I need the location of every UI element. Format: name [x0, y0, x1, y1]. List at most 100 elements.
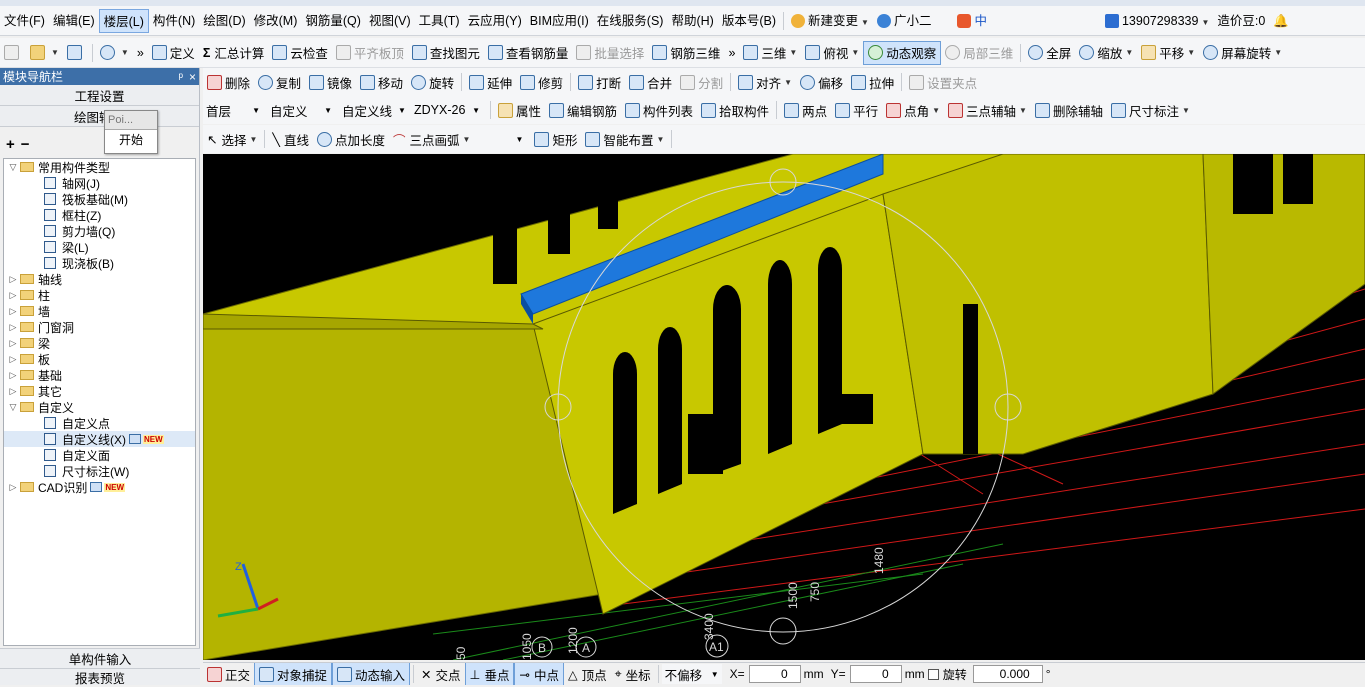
menu-tools[interactable]: 工具(T)	[415, 9, 464, 33]
menu-rebar-qty[interactable]: 钢筋量(Q)	[301, 9, 365, 33]
tree-item[interactable]: 尺寸标注(W)	[4, 463, 195, 479]
copy-button[interactable]: 复制	[254, 70, 305, 94]
component-code-select[interactable]: ZDYX-26 ▼	[411, 100, 483, 120]
rotate-button[interactable]: 旋转	[407, 70, 458, 94]
fullscreen-button[interactable]: 全屏	[1024, 41, 1075, 65]
menu-online[interactable]: 在线服务(S)	[593, 9, 668, 33]
project-settings-button[interactable]: 工程设置	[0, 85, 199, 106]
snap-intersection-toggle[interactable]: ✕ 交点	[417, 663, 465, 685]
3d-viewport[interactable]: 1480 1500 750 3400 1200 1050 50 A1 A B Z	[203, 154, 1365, 660]
menu-bim[interactable]: BIM应用(I)	[526, 9, 593, 33]
expand-arrow-icon[interactable]: ▷	[8, 354, 18, 365]
offset-mode-select[interactable]: 不偏移 ▼	[661, 664, 722, 684]
subtype-select[interactable]: 自定义线 ▼	[339, 100, 407, 120]
3d-view-button[interactable]: 三维 ▼	[739, 41, 801, 65]
expand-arrow-icon[interactable]: ▷	[8, 386, 18, 397]
draw-input-button[interactable]: 绘图输	[0, 106, 199, 127]
set-grip-button[interactable]: 设置夹点	[905, 70, 981, 94]
pick-component-button[interactable]: 拾取构件	[697, 98, 773, 122]
tree-folder[interactable]: ▷ 墙	[4, 303, 195, 319]
rotate-angle-input[interactable]: 0.000	[972, 665, 1043, 683]
account-button[interactable]: 13907298339 ▼	[1101, 9, 1213, 33]
zoom-button[interactable]: 缩放 ▼	[1075, 41, 1137, 65]
pan-button[interactable]: 平移 ▼	[1137, 41, 1199, 65]
three-point-axis-button[interactable]: 三点辅轴 ▼	[944, 98, 1031, 122]
menu-component[interactable]: 构件(N)	[149, 9, 199, 33]
tree-folder[interactable]: ▷ 其它	[4, 383, 195, 399]
collapse-arrow-icon[interactable]: ▽	[8, 402, 18, 413]
assistant-button[interactable]: 广小二	[873, 9, 936, 33]
break-button[interactable]: 打断	[574, 70, 625, 94]
batch-select-button[interactable]: 批量选择	[572, 41, 648, 65]
collapse-all-icon[interactable]: −	[21, 136, 30, 153]
top-view-button[interactable]: 俯视 ▼	[801, 41, 863, 65]
edit-rebar-button[interactable]: 编辑钢筋	[545, 98, 621, 122]
menu-view[interactable]: 视图(V)	[365, 9, 415, 33]
collapse-arrow-icon[interactable]: ▽	[8, 162, 18, 173]
overflow-button-2[interactable]: »	[724, 41, 739, 65]
snap-vertex-toggle[interactable]: △ 顶点	[564, 663, 611, 685]
tree-folder[interactable]: ▽ 常用构件类型	[4, 159, 195, 175]
price-bean[interactable]: 造价豆:0	[1213, 9, 1269, 33]
expand-all-icon[interactable]: +	[6, 136, 15, 153]
extend-button[interactable]: 延伸	[465, 70, 516, 94]
tree-folder[interactable]: ▷ 门窗洞	[4, 319, 195, 335]
point-length-button[interactable]: 点加长度	[313, 127, 389, 151]
screen-rotate-button[interactable]: 屏幕旋转 ▼	[1199, 41, 1286, 65]
menu-floor[interactable]: 楼层(L)	[98, 8, 149, 33]
tree-item[interactable]: 梁(L)	[4, 239, 195, 255]
parallel-axis-button[interactable]: 平行	[831, 98, 882, 122]
pin-icon[interactable]: ᵖ	[178, 70, 183, 84]
tree-folder[interactable]: ▷ 基础	[4, 367, 195, 383]
floor-select[interactable]: 首层 ▼	[203, 100, 263, 120]
tree-folder[interactable]: ▽ 自定义	[4, 399, 195, 415]
ortho-toggle[interactable]: 正交	[203, 663, 254, 685]
find-element-button[interactable]: 查找图元	[408, 41, 484, 65]
component-list-button[interactable]: 构件列表	[621, 98, 697, 122]
menu-version[interactable]: 版本号(B)	[718, 9, 780, 33]
rebar-3d-button[interactable]: 钢筋三维	[648, 41, 724, 65]
stretch-button[interactable]: 拉伸	[847, 70, 898, 94]
undo-button[interactable]: ▼	[96, 41, 133, 65]
define-button[interactable]: 定义	[148, 41, 199, 65]
mirror-button[interactable]: 镜像	[305, 70, 356, 94]
point-angle-axis-button[interactable]: 点角 ▼	[882, 98, 944, 122]
snap-midpoint-toggle[interactable]: ⊸ 中点	[514, 663, 564, 685]
local-3d-button[interactable]: 局部三维	[941, 41, 1017, 65]
bell-icon[interactable]: 🔔	[1269, 9, 1293, 33]
split-button[interactable]: 分割	[676, 70, 727, 94]
properties-button[interactable]: 属性	[494, 98, 545, 122]
menu-edit[interactable]: 编辑(E)	[49, 9, 99, 33]
new-change-button[interactable]: 新建变更 ▼	[787, 9, 873, 33]
select-button[interactable]: ↖ 选择 ▼	[203, 127, 261, 151]
two-point-axis-button[interactable]: 两点	[780, 98, 831, 122]
model-canvas[interactable]: 1480 1500 750 3400 1200 1050 50 A1 A B Z	[203, 154, 1365, 660]
arc-option-select[interactable]: ▼	[474, 129, 527, 149]
snap-perpendicular-toggle[interactable]: ⊥ 垂点	[464, 663, 515, 685]
ime-indicator[interactable]: 中	[953, 9, 991, 33]
dynamic-input-toggle[interactable]: 动态输入	[332, 663, 411, 685]
open-file-button[interactable]: ▼	[26, 41, 63, 65]
trim-button[interactable]: 修剪	[516, 70, 567, 94]
tree-item[interactable]: 剪力墙(Q)	[4, 223, 195, 239]
menu-file[interactable]: 文件(F)	[0, 9, 49, 33]
expand-arrow-icon[interactable]: ▷	[8, 290, 18, 301]
type-select[interactable]: 自定义 ▼	[267, 100, 335, 120]
tree-folder[interactable]: ▷ 轴线	[4, 271, 195, 287]
delete-axis-button[interactable]: 删除辅轴	[1031, 98, 1107, 122]
tree-folder[interactable]: ▷ 板	[4, 351, 195, 367]
expand-arrow-icon[interactable]: ▷	[8, 338, 18, 349]
offset-button[interactable]: 偏移	[796, 70, 847, 94]
dimension-button[interactable]: 尺寸标注 ▼	[1107, 98, 1194, 122]
line-button[interactable]: ╲ 直线	[268, 127, 313, 151]
menu-cloud[interactable]: 云应用(Y)	[464, 9, 526, 33]
delete-button[interactable]: 删除	[203, 70, 254, 94]
expand-arrow-icon[interactable]: ▷	[8, 306, 18, 317]
tree-item[interactable]: 自定义面	[4, 447, 195, 463]
expand-arrow-icon[interactable]: ▷	[8, 322, 18, 333]
tree-item[interactable]: 自定义线(X) NEW	[4, 431, 195, 447]
new-file-button[interactable]	[0, 41, 26, 65]
start-button[interactable]: 开始	[105, 129, 157, 149]
menu-help[interactable]: 帮助(H)	[667, 9, 717, 33]
tree-item[interactable]: 轴网(J)	[4, 175, 195, 191]
